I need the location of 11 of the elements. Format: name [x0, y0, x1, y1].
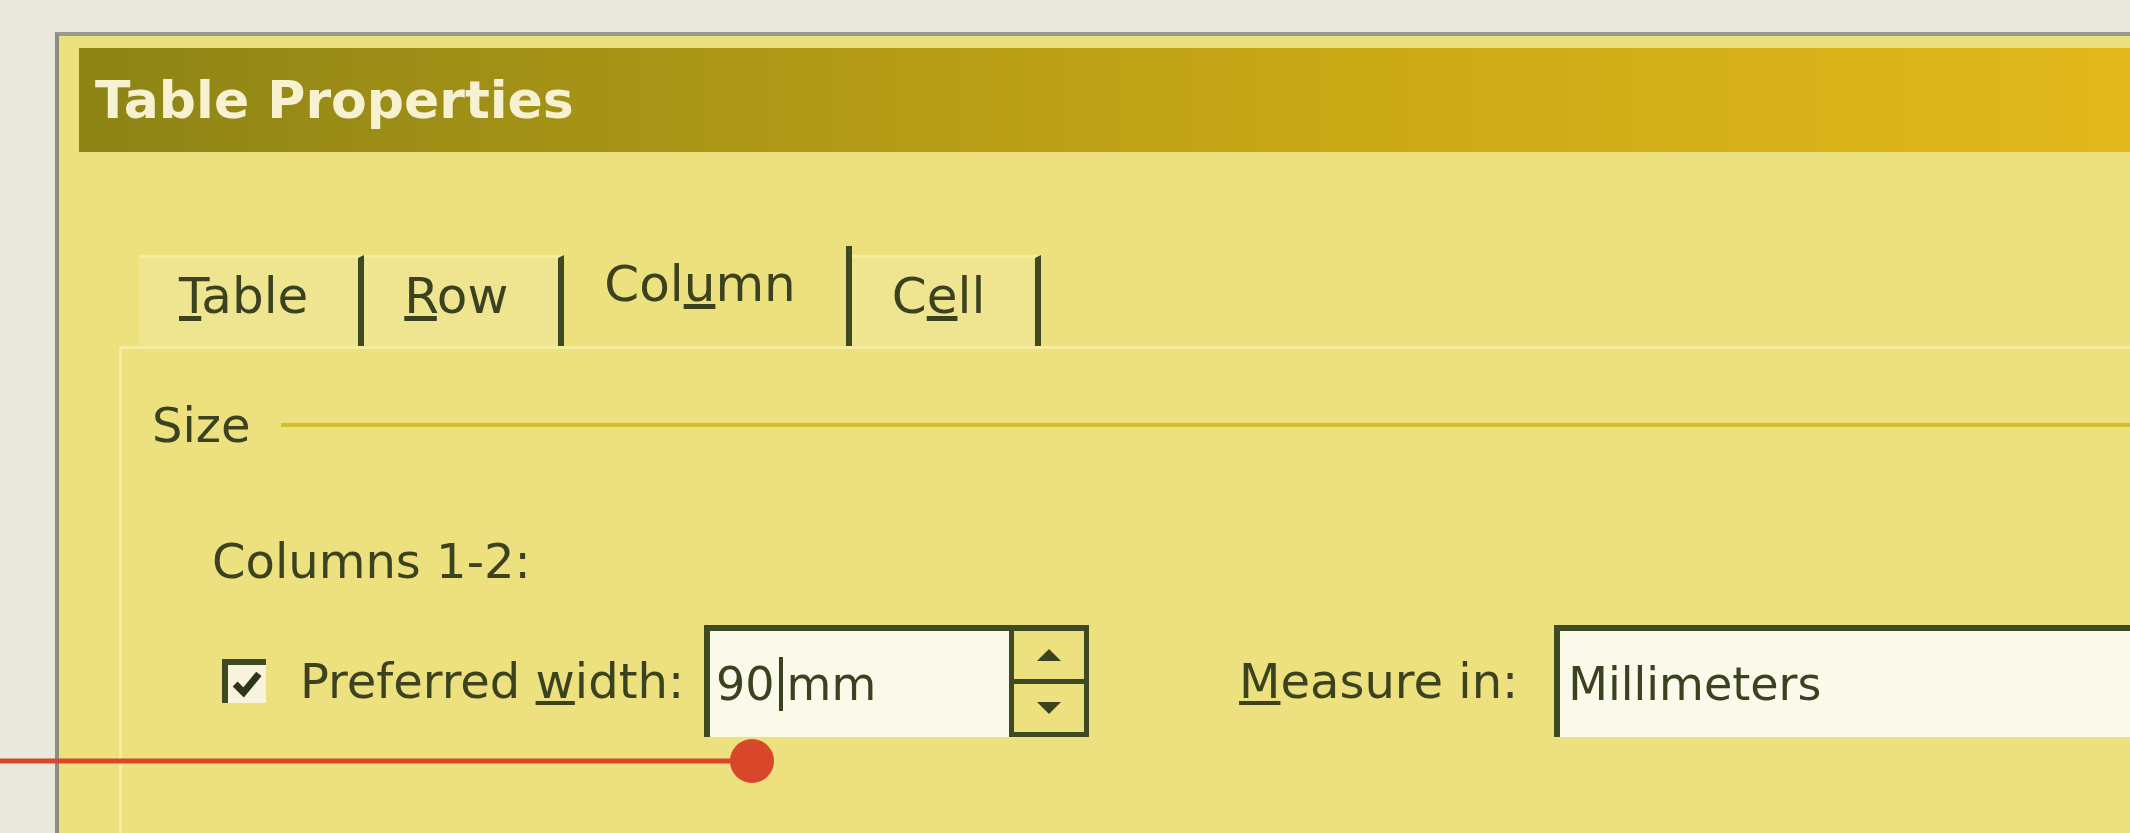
checkbox[interactable] — [222, 659, 266, 703]
measure-in-label: Measure in: — [1239, 653, 1519, 709]
window-title: Table Properties — [95, 70, 574, 130]
section-heading: Size — [152, 397, 251, 453]
width-spin-field[interactable]: 90 mm — [704, 625, 1090, 737]
tab[interactable]: Table — [139, 255, 365, 346]
tab[interactable]: Row — [364, 255, 565, 346]
columns-label: Columns 1-2: — [212, 533, 531, 589]
tab[interactable]: Cell — [851, 255, 1042, 346]
preferred-width-label: Preferred width: — [300, 653, 685, 709]
measure-unit-field[interactable]: Millimeters — [1554, 625, 2130, 737]
